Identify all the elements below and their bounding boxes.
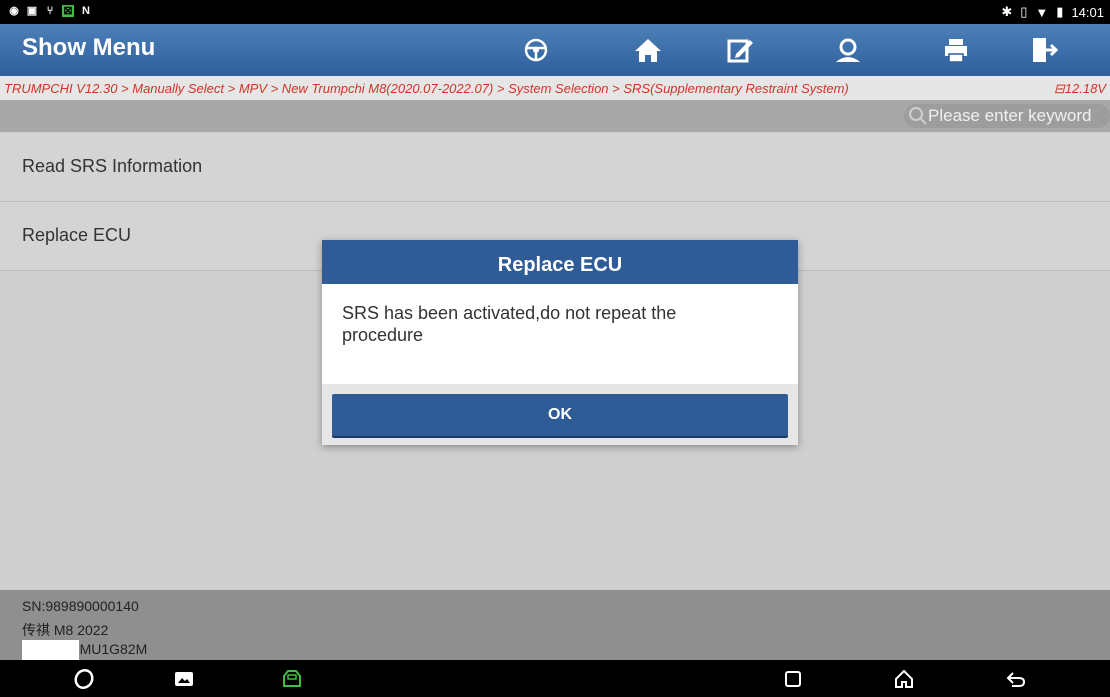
- bluetooth-icon: ✱: [1001, 4, 1013, 19]
- menu-item-label: Read SRS Information: [22, 156, 203, 176]
- battery-voltage: ⊟12.18V: [1053, 81, 1106, 96]
- profile-icon[interactable]: [830, 34, 866, 66]
- usb-icon: ⑂: [46, 5, 54, 17]
- steering-wheel-icon[interactable]: [518, 34, 554, 66]
- title-bar: Show Menu: [0, 24, 1110, 76]
- image-notification-icon: ▣: [26, 5, 38, 17]
- search-icon: [909, 107, 927, 125]
- vin-redaction: [22, 640, 79, 660]
- search-bar: Please enter keyword: [0, 100, 1110, 132]
- app2-notification-icon: ⊠: [62, 5, 74, 17]
- edit-icon[interactable]: [722, 34, 758, 66]
- android-nav-bar: [0, 660, 1110, 697]
- breadcrumb-path: TRUMPCHI V12.30 > Manually Select > MPV …: [4, 81, 849, 96]
- vehicle-model: 传祺 M8 2022: [22, 622, 109, 638]
- dialog-button-bar: OK: [322, 384, 798, 445]
- serial-number: SN:989890000140: [22, 598, 139, 614]
- dialog-message: SRS has been activated,do not repeat the…: [342, 303, 677, 345]
- clock: 14:01: [1071, 4, 1104, 20]
- search-placeholder: Please enter keyword: [928, 106, 1092, 125]
- vibrate-icon: ▯: [1020, 4, 1028, 19]
- home-icon[interactable]: [630, 34, 666, 66]
- print-icon[interactable]: [938, 34, 974, 66]
- replace-ecu-dialog: Replace ECU SRS has been activated,do no…: [322, 240, 798, 445]
- gallery-icon[interactable]: [172, 667, 196, 691]
- back-icon[interactable]: [1004, 667, 1028, 691]
- app-notification-icon: ◉: [9, 5, 19, 17]
- notification-icons: ◉ ▣ ⑂ ⊠ N: [8, 5, 92, 17]
- vci-icon[interactable]: [280, 667, 304, 691]
- ok-button[interactable]: OK: [332, 394, 788, 436]
- battery-icon: ▮: [1056, 4, 1064, 19]
- browser-icon[interactable]: [72, 667, 96, 691]
- search-input[interactable]: Please enter keyword: [904, 104, 1110, 128]
- breadcrumb: TRUMPCHI V12.30 > Manually Select > MPV …: [0, 76, 1110, 100]
- status-bar: ◉ ▣ ⑂ ⊠ N ✱ ▯ ▼ ▮ 14:01: [0, 0, 1110, 24]
- page-title: Show Menu: [22, 34, 156, 61]
- wifi-icon: ▼: [1035, 4, 1049, 20]
- nfc-icon: N: [82, 5, 90, 17]
- home-nav-icon[interactable]: [892, 667, 916, 691]
- exit-icon[interactable]: [1024, 34, 1060, 66]
- vehicle-info-footer: SN:989890000140 传祺 M8 2022 VIN LMGMU1G82…: [0, 590, 1110, 660]
- menu-item-read-srs-information[interactable]: Read SRS Information: [0, 133, 1110, 202]
- menu-item-label: Replace ECU: [22, 225, 132, 245]
- dialog-title: Replace ECU: [322, 240, 798, 284]
- car-battery-icon: ⊟: [1053, 81, 1065, 96]
- recents-icon[interactable]: [781, 667, 805, 691]
